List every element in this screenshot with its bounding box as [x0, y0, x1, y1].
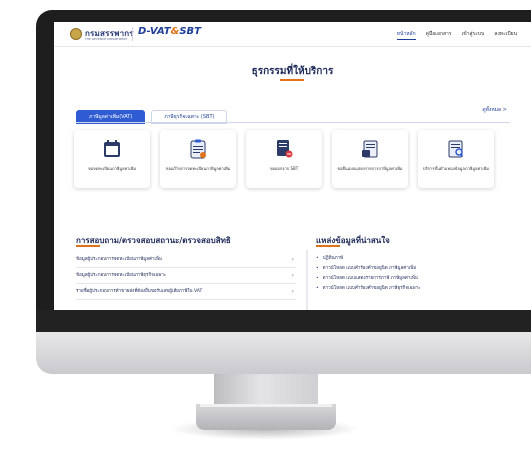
document-remove-icon — [277, 140, 293, 158]
chevron-right-icon: › — [291, 272, 294, 279]
nav-home[interactable]: หน้าหลัก — [396, 30, 416, 40]
services-title-underline — [280, 79, 304, 81]
logo-divider — [132, 27, 133, 41]
resource-download-vat-returns[interactable]: ดาวน์โหลด แบบแสดงรายการภาษี ภาษีมูลค่าเพ… — [316, 274, 516, 284]
resources-title-underline — [316, 245, 340, 247]
service-card-label: ขอแก้ไขการจดทะเบียนภาษีมูลค่าเพิ่ม — [165, 166, 231, 171]
top-nav: หน้าหลัก คู่มือเอกสาร เข้าสู่ระบบ ลงทะเบ… — [396, 30, 517, 40]
inquiry-scrollbar[interactable] — [306, 250, 308, 310]
service-card-label: ขอยื่นแบบแสดงรายการภาษีมูลค่าเพิ่ม — [337, 166, 403, 171]
app-logo[interactable]: D-VAT&SBT — [138, 26, 201, 37]
resource-download-sbt-forms[interactable]: ดาวน์โหลด แบบคำร้องคำขอยูนิต ภาษีธุรกิจเ… — [316, 284, 516, 294]
monitor-chin — [36, 332, 531, 374]
tab-divider — [76, 122, 510, 123]
inquiry-title-underline — [76, 245, 100, 247]
app-logo-sep: & — [170, 26, 180, 37]
brand-subtitle: THE REVENUE DEPARTMENT — [85, 37, 128, 41]
see-all-link[interactable]: ดูทั้งหมด > — [482, 106, 507, 114]
clipboard-edit-icon — [190, 139, 206, 159]
app-logo-main: D-VAT — [138, 26, 171, 37]
chevron-right-icon: › — [291, 288, 294, 295]
resource-download-vat-forms[interactable]: ดาวน์โหลด แบบคำร้องคำขอยูนิต ภาษีมูลค่าเ… — [316, 264, 516, 274]
service-card-leave-sbt[interactable]: ขอออกจาก SBT — [246, 130, 322, 188]
inquiry-item-vat-registrants[interactable]: ข้อมูลผู้ประกอบการจดทะเบียนภาษีมูลค่าเพิ… — [76, 252, 296, 268]
resources-list: ปฏิทินภาษี ดาวน์โหลด แบบคำร้องคำขอยูนิต … — [316, 254, 516, 294]
chevron-right-icon: › — [291, 256, 294, 263]
service-card-edit-vat[interactable]: ขอแก้ไขการจดทะเบียนภาษีมูลค่าเพิ่ม — [160, 130, 236, 188]
inquiry-item-label: ข้อมูลผู้ประกอบการจดทะเบียนภาษีมูลค่าเพิ… — [76, 257, 163, 262]
revenue-seal-icon — [70, 28, 82, 40]
nav-manuals[interactable]: คู่มือเอกสาร — [426, 30, 452, 40]
document-search-icon — [448, 140, 464, 158]
inquiry-item-label: รายชื่อผู้ประกอบการค้าขายส่งที่ต้องยื่นข… — [76, 289, 203, 294]
service-card-label: บริการขั้นตำแหน่งข้อมูลภาษีมูลค่าเพิ่ม — [422, 166, 490, 171]
nav-login[interactable]: เข้าสู่ระบบ — [462, 30, 485, 40]
service-card-info-vat[interactable]: บริการขั้นตำแหน่งข้อมูลภาษีมูลค่าเพิ่ม — [418, 130, 494, 188]
inquiry-item-sbt-registrants[interactable]: ข้อมูลผู้ประกอบการจดทะเบียนภาษีธุรกิจเฉพ… — [76, 268, 296, 284]
service-card-file-vat[interactable]: ขอยื่นแบบแสดงรายการภาษีมูลค่าเพิ่ม — [332, 130, 408, 188]
service-cards: ขอจดทะเบียนภาษีมูลค่าเพิ่ม ขอแก้ไขการจดท… — [74, 130, 494, 188]
service-card-label: ขอจดทะเบียนภาษีมูลค่าเพิ่ม — [87, 166, 137, 171]
inquiry-item-wholesalers[interactable]: รายชื่อผู้ประกอบการค้าขายส่งที่ต้องยื่นข… — [76, 284, 296, 300]
calendar-document-icon — [104, 140, 120, 157]
inquiry-item-label: ข้อมูลผู้ประกอบการจดทะเบียนภาษีธุรกิจเฉพ… — [76, 273, 167, 278]
monitor-screen: กรมสรรพากร THE REVENUE DEPARTMENT D-VAT&… — [54, 22, 531, 310]
resource-tax-calendar[interactable]: ปฏิทินภาษี — [316, 254, 516, 264]
service-card-register-vat[interactable]: ขอจดทะเบียนภาษีมูลค่าเพิ่ม — [74, 130, 150, 188]
site-header: กรมสรรพากร THE REVENUE DEPARTMENT D-VAT&… — [54, 22, 531, 47]
services-title: ธุรกรรมที่ให้บริการ — [251, 66, 334, 77]
monitor-bezel — [36, 310, 531, 332]
monitor-stand-foot — [196, 404, 336, 430]
service-card-label: ขอออกจาก SBT — [269, 166, 299, 171]
app-logo-alt: SBT — [179, 26, 201, 37]
inquiry-list: ข้อมูลผู้ประกอบการจดทะเบียนภาษีมูลค่าเพิ… — [76, 252, 296, 300]
nav-register[interactable]: ลงทะเบียน — [494, 30, 517, 40]
document-submit-icon — [362, 140, 378, 158]
